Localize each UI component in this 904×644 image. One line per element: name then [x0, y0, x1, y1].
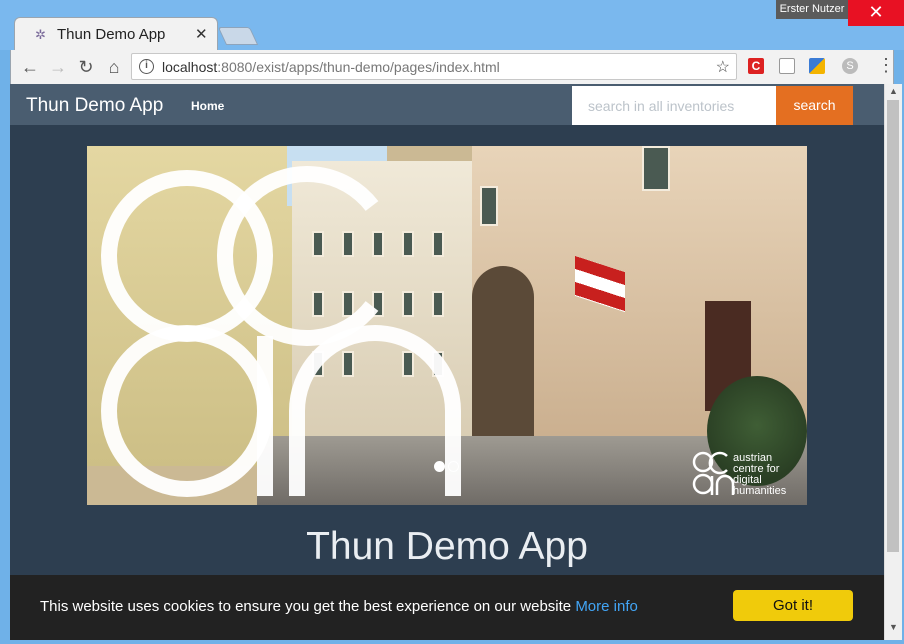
- scroll-up-arrow-icon[interactable]: ▲: [885, 86, 902, 96]
- cookie-accept-button[interactable]: Got it!: [733, 590, 853, 621]
- new-tab-button[interactable]: [217, 27, 259, 45]
- url-text: localhost:8080/exist/apps/thun-demo/page…: [162, 59, 500, 75]
- browser-menu-icon[interactable]: ⋮: [877, 55, 895, 76]
- back-arrow-icon[interactable]: ←: [19, 56, 41, 78]
- scroll-down-arrow-icon[interactable]: ▼: [885, 622, 902, 632]
- site-navbar: Thun Demo App Home search: [10, 84, 884, 125]
- page-title: Thun Demo App: [306, 525, 588, 568]
- page-scrollbar[interactable]: ▲ ▼: [884, 84, 902, 640]
- tab-close-icon[interactable]: ✕: [195, 25, 208, 43]
- extension-puzzle-icon[interactable]: [809, 58, 825, 74]
- search-button[interactable]: search: [776, 86, 853, 125]
- scrollbar-thumb[interactable]: [887, 100, 899, 552]
- carousel-indicators: [434, 459, 462, 477]
- cookie-consent-bar: This website uses cookies to ensure you …: [10, 575, 884, 640]
- browser-toolbar: ← → ↻ ⌂ i localhost:8080/exist/apps/thun…: [10, 50, 895, 84]
- home-icon[interactable]: ⌂: [103, 56, 125, 78]
- extension-c-icon[interactable]: C: [748, 58, 764, 74]
- window-titlebar: Erster Nutzer ✕ ✲ Thun Demo App ✕: [0, 0, 904, 50]
- acdh-caption: austrian centre for digital humanities: [733, 453, 786, 497]
- url-path: :8080/exist/apps/thun-demo/pages/index.h…: [217, 59, 500, 75]
- carousel-dot[interactable]: [448, 461, 459, 472]
- nav-item-home[interactable]: Home: [191, 99, 224, 113]
- reload-icon[interactable]: ↻: [75, 56, 97, 78]
- cookie-more-info-link[interactable]: More info: [575, 598, 638, 615]
- tab-title: Thun Demo App: [57, 26, 166, 43]
- page-viewport: Thun Demo App Home search in all invento…: [10, 84, 884, 640]
- bookmark-star-icon[interactable]: ☆: [716, 57, 730, 77]
- extension-document-icon[interactable]: [779, 58, 795, 74]
- address-bar[interactable]: i localhost:8080/exist/apps/thun-demo/pa…: [131, 53, 737, 80]
- hero-carousel[interactable]: austrian centre for digital humanities: [87, 146, 807, 505]
- acdh-logo-icon: [101, 166, 735, 497]
- tab-thun-demo-app[interactable]: ✲ Thun Demo App ✕: [14, 17, 218, 50]
- carousel-dot[interactable]: [434, 461, 445, 472]
- brand-link[interactable]: Thun Demo App: [26, 95, 163, 117]
- info-icon[interactable]: i: [139, 59, 154, 74]
- cookie-message: This website uses cookies to ensure you …: [40, 598, 638, 615]
- extension-skype-icon[interactable]: S: [842, 58, 858, 74]
- forward-arrow-icon[interactable]: →: [47, 56, 69, 78]
- window-close-button[interactable]: ✕: [848, 0, 904, 26]
- acdh-caption-line: humanities: [733, 485, 787, 497]
- puzzle-favicon-icon: ✲: [35, 27, 46, 42]
- profile-user-badge[interactable]: Erster Nutzer: [776, 0, 848, 19]
- search-input[interactable]: [572, 86, 776, 125]
- url-host: localhost: [162, 59, 218, 75]
- cookie-message-text: This website uses cookies to ensure you …: [40, 598, 572, 615]
